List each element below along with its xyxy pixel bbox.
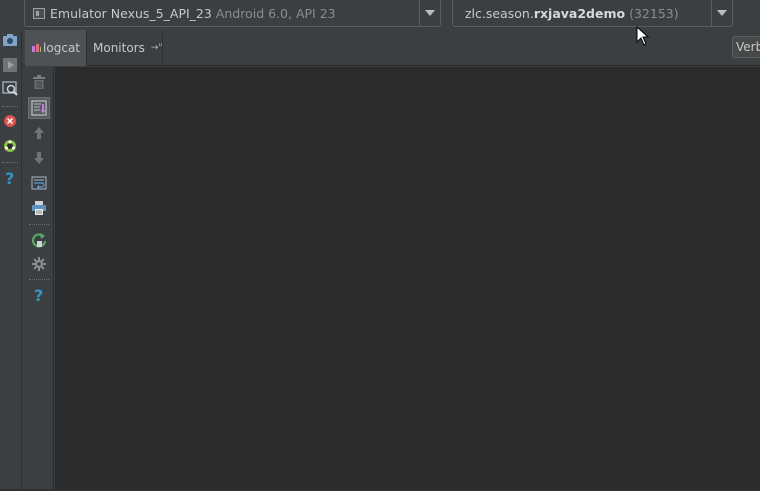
- process-selector[interactable]: zlc.season.rxjava2demo (32153): [452, 0, 733, 27]
- print-button[interactable]: [28, 197, 50, 219]
- toolbar-separator: [29, 279, 49, 280]
- android-monitor-side-toolbar: ?: [0, 30, 22, 491]
- tab-monitors[interactable]: Monitors →": [87, 30, 163, 66]
- device-detail: Android 6.0, API 23: [215, 5, 336, 21]
- logcat-toolbar: ?: [25, 67, 54, 491]
- down-arrow-icon: [34, 152, 44, 164]
- screen-record-button[interactable]: [1, 56, 19, 74]
- tab-logcat-label: logcat: [43, 41, 80, 55]
- inspect-icon: [1, 81, 18, 96]
- logcat-output[interactable]: [55, 67, 760, 491]
- toolbar-separator: [2, 162, 18, 163]
- layout-inspector-button[interactable]: [1, 80, 19, 98]
- logcat-help-button[interactable]: ?: [28, 284, 50, 306]
- gear-icon: [32, 257, 46, 271]
- log-level-selector[interactable]: Verb: [732, 36, 760, 58]
- trash-icon: [33, 74, 45, 89]
- help-icon: ?: [34, 287, 43, 303]
- camera-icon: [3, 34, 17, 46]
- restore-layout-icon[interactable]: →": [151, 43, 163, 53]
- device-name: Emulator Nexus_5_API_23: [50, 5, 212, 21]
- soft-wrap-button[interactable]: [28, 172, 50, 194]
- scroll-to-end-button[interactable]: [28, 97, 50, 119]
- restart-icon: [31, 233, 47, 248]
- previous-occurrence-button[interactable]: [28, 122, 50, 144]
- help-button[interactable]: ?: [1, 169, 19, 187]
- print-icon: [32, 201, 46, 215]
- process-package: rxjava2demo: [533, 5, 626, 21]
- mouse-cursor-icon: [636, 26, 650, 46]
- clear-logcat-button[interactable]: [28, 71, 50, 93]
- next-occurrence-button[interactable]: [28, 147, 50, 169]
- toolbar-separator: [2, 106, 18, 107]
- svg-text:?: ?: [5, 170, 14, 186]
- device-selector[interactable]: Emulator Nexus_5_API_23 Android 6.0, API…: [24, 0, 441, 27]
- android-icon: [4, 140, 16, 152]
- terminate-app-button[interactable]: [1, 112, 19, 130]
- tab-logcat[interactable]: logcat: [25, 30, 87, 66]
- stop-icon: [4, 115, 16, 127]
- process-dropdown-arrow[interactable]: [711, 0, 732, 26]
- process-pid: (32153): [629, 5, 679, 21]
- toolbar-separator: [29, 224, 49, 225]
- android-device-button[interactable]: [1, 137, 19, 155]
- soft-wrap-icon: [31, 176, 47, 190]
- device-dropdown-arrow[interactable]: [419, 0, 440, 26]
- logcat-icon: [32, 44, 42, 52]
- screen-record-icon: [3, 58, 17, 72]
- restart-button[interactable]: [28, 229, 50, 251]
- device-icon: [33, 7, 45, 19]
- help-icon: ?: [5, 170, 14, 186]
- svg-text:?: ?: [34, 287, 43, 303]
- settings-button[interactable]: [28, 253, 50, 275]
- up-arrow-icon: [34, 127, 44, 139]
- scroll-to-end-icon: [31, 100, 47, 116]
- screen-capture-button[interactable]: [1, 31, 19, 49]
- chevron-down-icon: [425, 10, 435, 16]
- process-prefix: zlc.season.: [465, 5, 534, 21]
- chevron-down-icon: [717, 10, 727, 16]
- tab-monitors-label: Monitors: [93, 41, 145, 55]
